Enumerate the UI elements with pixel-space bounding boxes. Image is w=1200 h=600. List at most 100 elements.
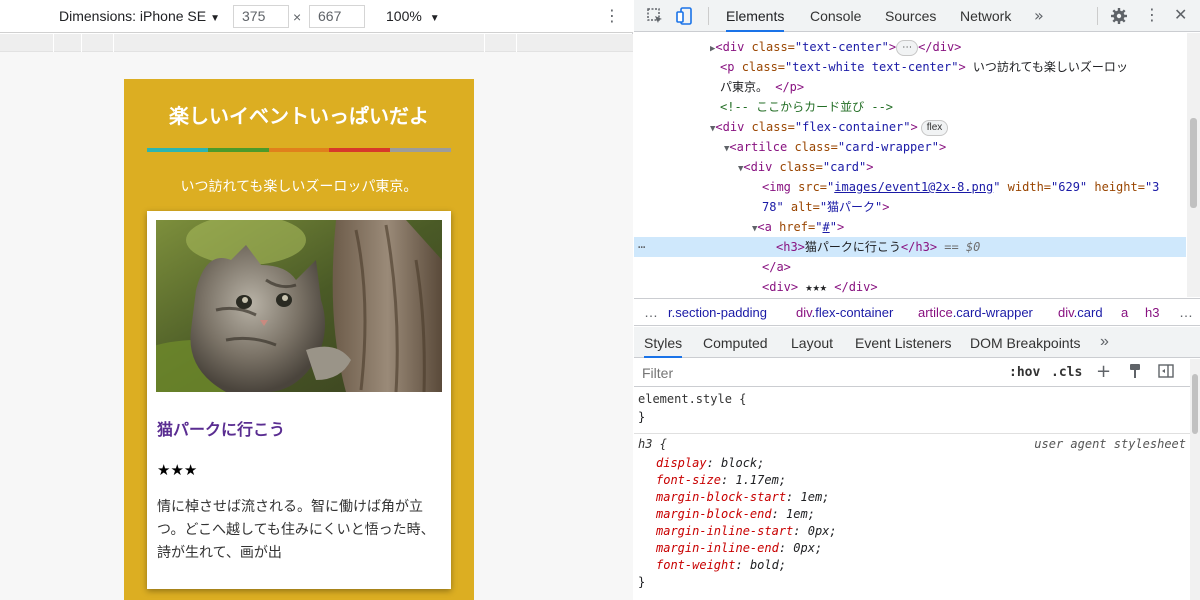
property-name[interactable]: margin-inline-end <box>656 541 779 555</box>
breadcrumb-item[interactable]: div.card <box>1058 305 1103 320</box>
flex-badge[interactable]: flex <box>920 120 949 136</box>
scrollbar-thumb[interactable] <box>1192 374 1198 434</box>
breadcrumb-item[interactable]: a <box>1121 305 1128 320</box>
dom-node[interactable]: ▶<div class="text-center"> ⋯ </div> <box>710 37 961 57</box>
dom-comment[interactable]: <!-- ここからカード並び --> <box>720 97 893 117</box>
styles-pane[interactable]: element.style { } h3 { user agent styles… <box>634 388 1190 600</box>
ruler-segment[interactable] <box>516 34 544 52</box>
class-toggle-button[interactable]: .cls <box>1051 365 1082 380</box>
dom-scrollbar[interactable] <box>1187 33 1200 297</box>
gear-icon[interactable] <box>1110 7 1128 25</box>
declaration[interactable]: font-size: 1.17em; <box>656 472 786 489</box>
toggle-sidebar-icon[interactable] <box>1158 363 1174 383</box>
dom-node[interactable]: <p class="text-white text-center"> いつ訪れて… <box>720 57 1128 77</box>
declaration[interactable]: font-weight: bold; <box>656 557 786 574</box>
declaration[interactable]: margin-block-end: 1em; <box>656 506 815 523</box>
src-link[interactable]: images/event1@2x-8.png <box>834 180 993 194</box>
tab-computed[interactable]: Computed <box>703 327 768 358</box>
property-value[interactable]: bold; <box>750 558 786 572</box>
rule-divider <box>634 433 1190 434</box>
card-title[interactable]: 猫パークに行こう <box>157 416 285 440</box>
ruler-segment[interactable] <box>81 34 113 52</box>
dom-node-continuation[interactable]: 78" alt="猫パーク"> <box>762 197 890 217</box>
dom-tree[interactable]: ▶<div class="text-center"> ⋯ </div> <p cla… <box>634 33 1186 297</box>
event-card: 猫パークに行こう ★★★ 情に棹させば流される。智に働けば角が立つ。どこへ越して… <box>147 211 451 589</box>
dom-node[interactable]: <div> ★★★ </div> <box>762 277 878 297</box>
dom-node-selected[interactable]: ⋯ <h3>猫パークに行こう</h3> == $0 <box>634 237 1186 257</box>
close-icon[interactable]: ✕ <box>1174 5 1192 24</box>
property-name[interactable]: margin-inline-start <box>656 524 793 538</box>
tab-styles[interactable]: Styles <box>644 327 683 358</box>
zoom-select[interactable]: 100% ▼ <box>386 8 440 24</box>
dom-node[interactable]: </a> <box>762 257 791 277</box>
more-subtabs-icon[interactable]: » <box>1100 327 1109 358</box>
device-toggle-icon[interactable] <box>676 7 694 25</box>
node-actions-icon[interactable]: ⋯ <box>638 237 645 257</box>
property-value[interactable]: 0px; <box>808 524 837 538</box>
tab-network[interactable]: Network <box>960 0 1011 32</box>
tag-end: </div> <box>834 280 878 294</box>
declaration[interactable]: margin-block-start: 1em; <box>656 489 829 506</box>
property-name[interactable]: display <box>656 456 707 470</box>
dom-node[interactable]: <img src="images/event1@2x-8.png" width=… <box>762 177 1159 197</box>
breadcrumb-item[interactable]: artilce.card-wrapper <box>918 305 1033 320</box>
property-name[interactable]: font-weight <box>656 558 735 572</box>
dom-node[interactable]: ▼<artilce class="card-wrapper"> <box>724 137 946 157</box>
property-value[interactable]: 1.17em; <box>735 473 786 487</box>
scrollbar-thumb[interactable] <box>1190 118 1197 208</box>
tab-console[interactable]: Console <box>810 0 861 32</box>
breadcrumb-item[interactable]: r.section-padding <box>668 305 767 320</box>
tag-close: > <box>836 220 845 234</box>
attr-value: "card-wrapper" <box>837 140 939 154</box>
tab-layout[interactable]: Layout <box>791 327 833 358</box>
declaration[interactable]: margin-inline-start: 0px; <box>656 523 837 540</box>
styles-scrollbar[interactable] <box>1190 359 1200 600</box>
new-rule-icon[interactable]: + <box>1096 361 1111 382</box>
dom-node[interactable]: ▼<div class="flex-container"> flex <box>710 117 949 137</box>
property-name[interactable]: margin-block-start <box>656 490 786 504</box>
property-value[interactable]: 0px; <box>793 541 822 555</box>
chevron-down-icon: ▼ <box>210 13 220 24</box>
width-input[interactable]: 375 <box>233 5 289 28</box>
dom-node[interactable]: ▼<div class="card"> <box>738 157 874 177</box>
more-options-icon[interactable]: ⋮ <box>604 6 620 25</box>
text-node: いつ訪れても楽しいズーロッ <box>965 60 1128 74</box>
declaration[interactable]: display: block; <box>656 455 764 472</box>
breadcrumb-tag: a <box>1121 305 1129 320</box>
media-query-ruler[interactable] <box>0 34 633 52</box>
height-input[interactable]: 667 <box>309 5 365 28</box>
more-tabs-icon[interactable]: » <box>1034 6 1044 25</box>
tab-dom-breakpoints[interactable]: DOM Breakpoints <box>970 327 1080 358</box>
dom-node-continuation[interactable]: パ東京。 </p> <box>720 77 804 97</box>
property-name[interactable]: margin-block-end <box>656 507 772 521</box>
more-vertical-icon[interactable]: ⋮ <box>1144 5 1162 24</box>
hover-state-button[interactable]: :hov <box>1009 365 1040 380</box>
inspect-element-icon[interactable] <box>646 7 664 25</box>
attr-name: href= <box>779 220 816 234</box>
collapsed-content-pill[interactable]: ⋯ <box>896 40 919 56</box>
paint-format-icon[interactable] <box>1127 363 1143 383</box>
breadcrumb-overflow-right[interactable]: … <box>1179 304 1193 320</box>
href-link[interactable]: # <box>822 220 829 234</box>
device-select[interactable]: Dimensions: iPhone SE ▼ <box>59 8 220 24</box>
breadcrumb-item[interactable]: div.flex-container <box>796 305 893 320</box>
tab-sources[interactable]: Sources <box>885 0 936 32</box>
declaration[interactable]: margin-inline-end: 0px; <box>656 540 822 557</box>
attr-value: "629" <box>1051 180 1088 194</box>
h3-rule-selector[interactable]: h3 { <box>638 436 667 453</box>
filter-input[interactable] <box>636 362 996 384</box>
tab-event-listeners[interactable]: Event Listeners <box>855 327 952 358</box>
ruler-segment[interactable] <box>113 34 484 52</box>
property-value[interactable]: block; <box>721 456 764 470</box>
dom-node[interactable]: ▼<a href="#"> <box>752 217 844 237</box>
property-name[interactable]: font-size <box>656 473 721 487</box>
breadcrumb-item[interactable]: h3 <box>1145 305 1159 320</box>
property-value[interactable]: 1em; <box>801 490 830 504</box>
breadcrumb-overflow-left[interactable]: … <box>644 304 658 320</box>
tab-elements[interactable]: Elements <box>726 0 785 32</box>
element-style-rule[interactable]: element.style { <box>638 391 746 408</box>
ruler-segment[interactable] <box>484 34 516 52</box>
attr-value: "flex-container" <box>794 120 911 134</box>
property-value[interactable]: 1em; <box>786 507 815 521</box>
ruler-segment[interactable] <box>53 34 81 52</box>
